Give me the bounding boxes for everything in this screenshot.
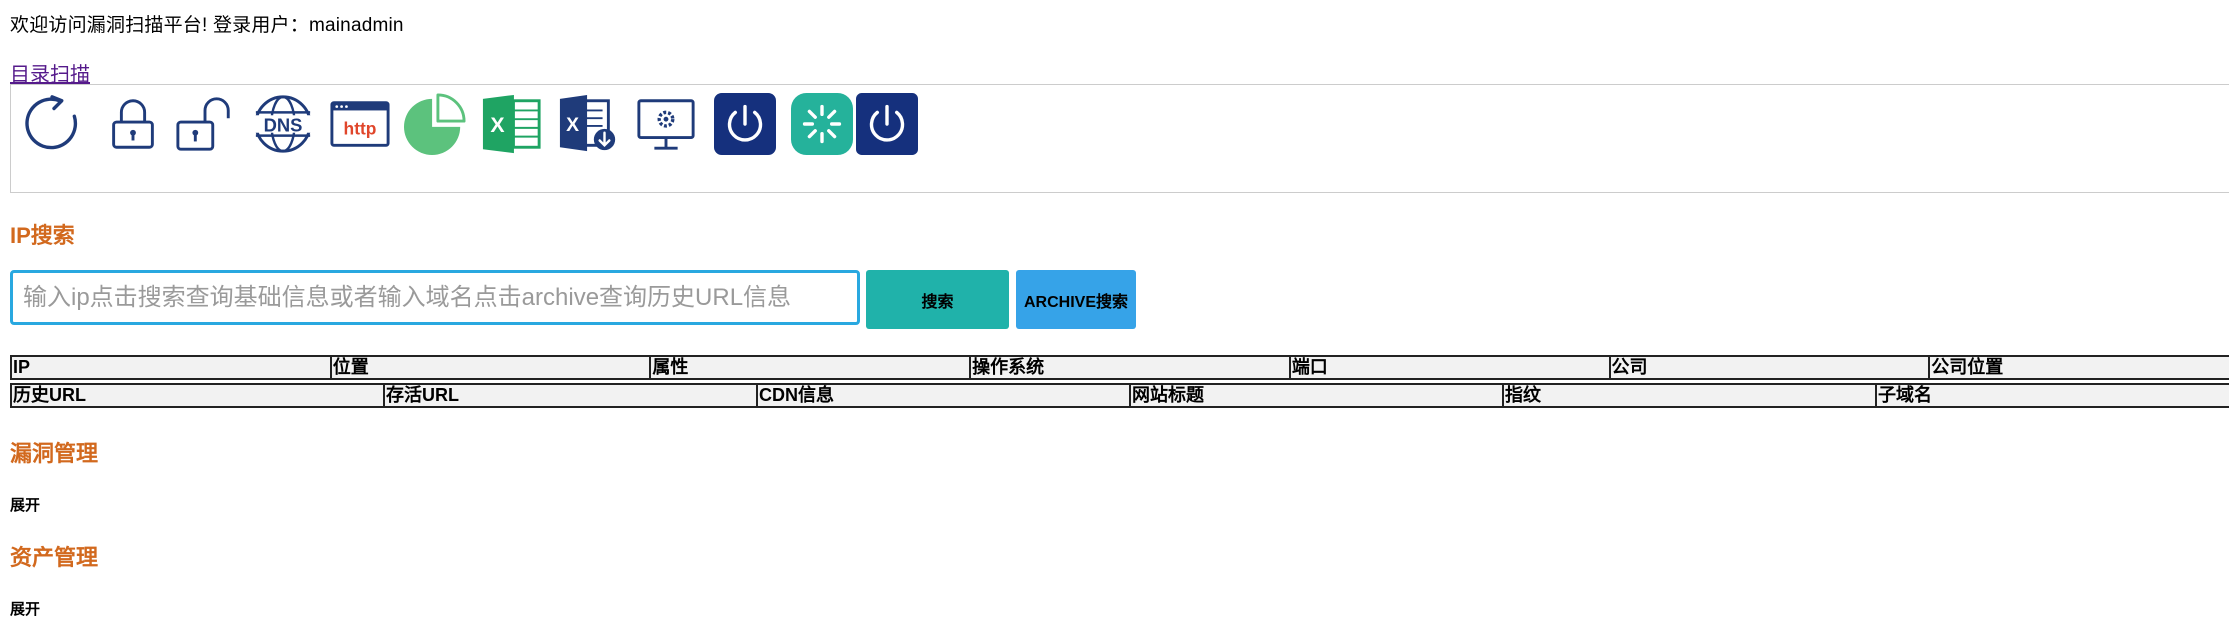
- table-header-row: 历史URL 存活URL CDN信息 网站标题 指纹 子域名: [10, 383, 2229, 408]
- column-header: 网站标题: [1129, 383, 1504, 408]
- column-header: 指纹: [1502, 383, 1877, 408]
- ip-search-title: IP搜索: [10, 223, 75, 248]
- toolbar: DNS http X X: [10, 84, 2229, 193]
- column-header: 公司: [1608, 355, 1931, 380]
- asset-management-title: 资产管理: [10, 545, 99, 570]
- refresh-icon[interactable]: [23, 93, 85, 155]
- column-header: 历史URL: [10, 383, 385, 408]
- column-header: 操作系统: [969, 355, 1291, 380]
- welcome-text: 欢迎访问漏洞扫描平台! 登录用户：mainadmin: [10, 15, 404, 36]
- column-header: CDN信息: [756, 383, 1131, 408]
- pie-chart-icon[interactable]: [404, 93, 466, 155]
- svg-text:X: X: [490, 113, 505, 137]
- svg-text:X: X: [566, 114, 579, 136]
- asset-expand-toggle[interactable]: 展开: [10, 598, 40, 619]
- excel-export-icon[interactable]: X: [558, 93, 620, 155]
- archive-search-button[interactable]: ARCHIVE搜索: [1016, 270, 1136, 329]
- column-header: 属性: [649, 355, 972, 380]
- vuln-management-title: 漏洞管理: [10, 441, 99, 466]
- power-icon[interactable]: [714, 93, 776, 155]
- search-button[interactable]: 搜索: [866, 270, 1009, 329]
- column-header: 存活URL: [383, 383, 758, 408]
- loading-icon[interactable]: [791, 93, 853, 155]
- search-input[interactable]: [10, 270, 860, 325]
- column-header: 位置: [329, 355, 652, 380]
- excel-icon[interactable]: X: [481, 93, 543, 155]
- power-icon[interactable]: [856, 93, 918, 155]
- ip-info-table: IP 位置 属性 操作系统 端口 公司 公司位置: [10, 355, 2229, 380]
- monitor-settings-icon[interactable]: [635, 93, 697, 155]
- unlock-icon[interactable]: [174, 93, 236, 155]
- dns-icon[interactable]: DNS: [252, 93, 314, 155]
- http-icon[interactable]: http: [329, 93, 391, 155]
- column-header: IP: [10, 355, 332, 380]
- svg-text:DNS: DNS: [264, 114, 303, 135]
- column-header: 子域名: [1875, 383, 2229, 408]
- svg-text:http: http: [344, 119, 377, 139]
- vuln-expand-toggle[interactable]: 展开: [10, 494, 40, 515]
- table-header-row: IP 位置 属性 操作系统 端口 公司 公司位置: [10, 355, 2229, 380]
- dir-scan-link[interactable]: 目录扫描: [10, 58, 90, 87]
- column-header: 公司位置: [1928, 355, 2229, 380]
- lock-icon[interactable]: [102, 93, 164, 155]
- url-info-table: 历史URL 存活URL CDN信息 网站标题 指纹 子域名: [10, 383, 2229, 408]
- column-header: 端口: [1288, 355, 1611, 380]
